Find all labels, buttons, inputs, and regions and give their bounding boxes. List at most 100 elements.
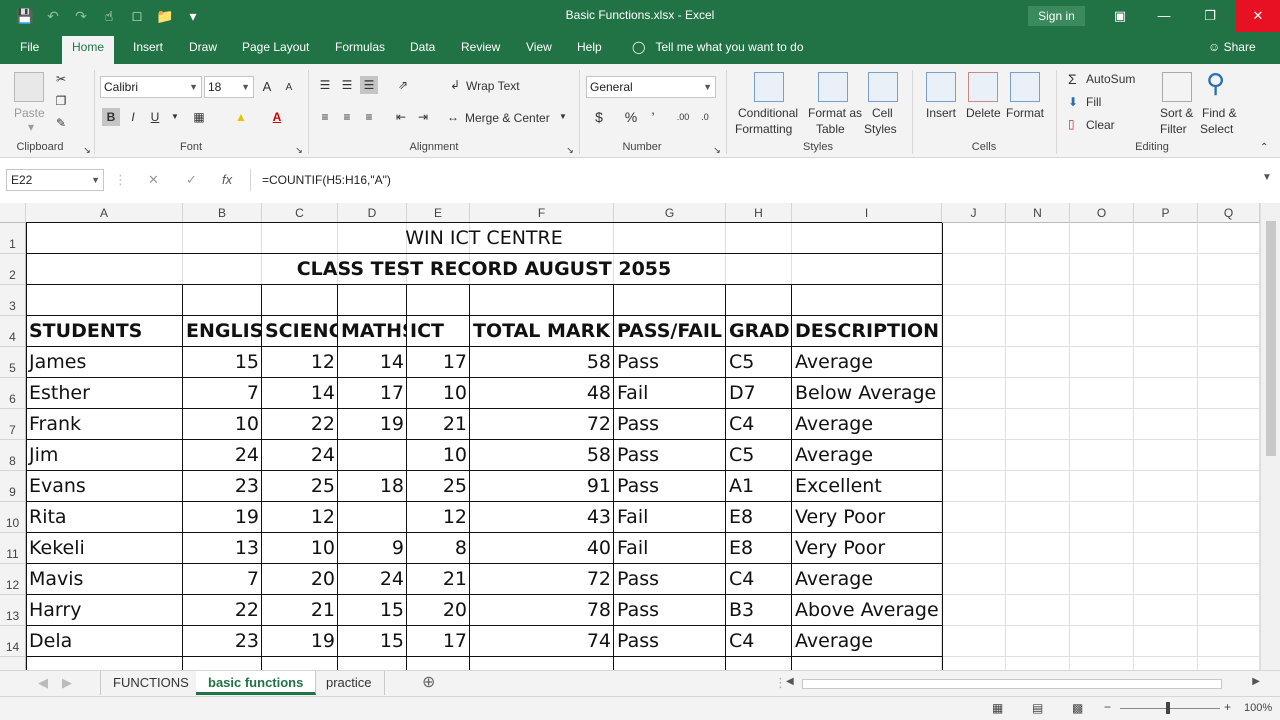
shrink-font-icon[interactable]: A (280, 79, 298, 97)
data-cell[interactable]: 12 (262, 502, 338, 533)
row-header-4[interactable]: 4 (0, 316, 26, 347)
data-cell[interactable]: 13 (183, 533, 262, 564)
wrap-text-icon[interactable]: ↲ (446, 76, 464, 94)
column-header-g[interactable]: G (614, 203, 726, 223)
increase-decimal-icon[interactable]: .00 (674, 108, 692, 126)
insert-cells-icon[interactable] (926, 72, 956, 102)
find-select-line2[interactable]: Select (1200, 122, 1233, 136)
row-header-10[interactable]: 10 (0, 502, 26, 533)
data-cell[interactable]: Average (792, 440, 942, 471)
data-cell[interactable]: 25 (407, 471, 470, 502)
number-format-select[interactable]: General ▼ (586, 76, 716, 98)
data-cell[interactable]: Esther (26, 378, 183, 409)
data-cell[interactable]: C5 (726, 440, 792, 471)
increase-indent-icon[interactable]: ⇥ (414, 108, 432, 126)
font-name-select[interactable]: Calibri ▼ (100, 76, 202, 98)
borders-icon[interactable]: ▦ (190, 108, 208, 126)
font-color-icon[interactable]: A (268, 108, 286, 126)
data-cell[interactable]: 43 (470, 502, 614, 533)
data-cell[interactable]: D7 (726, 378, 792, 409)
delete-cells-icon[interactable] (968, 72, 998, 102)
underline-button[interactable]: U (146, 108, 164, 126)
format-as-table-icon[interactable] (818, 72, 848, 102)
tab-home[interactable]: Home (62, 36, 115, 64)
data-cell[interactable]: 15 (183, 347, 262, 378)
zoom-in-icon[interactable]: + (1224, 700, 1231, 714)
data-cell[interactable]: 14 (338, 347, 407, 378)
zoom-slider-thumb[interactable] (1166, 702, 1170, 714)
fill-button[interactable]: Fill (1086, 95, 1101, 109)
save-icon[interactable]: 💾 (14, 6, 36, 26)
data-cell[interactable]: 17 (407, 626, 470, 657)
data-cell[interactable]: Harry (26, 595, 183, 626)
data-cell[interactable]: E8 (726, 533, 792, 564)
sign-in-button[interactable]: Sign in (1028, 6, 1085, 26)
column-heading-cell[interactable]: MATHS (338, 316, 407, 347)
data-cell[interactable]: Pass (614, 409, 726, 440)
conditional-formatting-icon[interactable] (754, 72, 784, 102)
font-launcher-icon[interactable]: ↘ (290, 141, 308, 159)
data-cell[interactable]: Above Average (792, 595, 942, 626)
align-top-icon[interactable]: ☰ (316, 76, 334, 94)
touch-mode-icon[interactable]: ☝ (98, 6, 120, 26)
data-cell[interactable]: Rita (26, 502, 183, 533)
row-header-3[interactable]: 3 (0, 285, 26, 316)
data-cell[interactable]: 10 (407, 440, 470, 471)
wrap-text-button[interactable]: Wrap Text (466, 79, 520, 93)
cell-styles-line1[interactable]: Cell (872, 106, 893, 120)
data-cell[interactable]: 24 (338, 564, 407, 595)
data-cell[interactable]: 8 (407, 533, 470, 564)
sort-filter-icon[interactable] (1162, 72, 1192, 102)
data-cell[interactable]: 22 (262, 409, 338, 440)
data-cell[interactable]: 22 (183, 595, 262, 626)
data-cell[interactable]: Dela (26, 626, 183, 657)
minimize-icon[interactable]: — (1142, 0, 1186, 32)
data-cell[interactable]: 20 (407, 595, 470, 626)
column-header-j[interactable]: J (942, 203, 1006, 223)
cell-styles-line2[interactable]: Styles (864, 122, 897, 136)
column-header-h[interactable]: H (726, 203, 792, 223)
customize-qat-icon[interactable]: ▾ (182, 6, 204, 26)
data-cell[interactable]: 21 (407, 409, 470, 440)
data-cell[interactable]: E8 (726, 502, 792, 533)
data-cell[interactable]: 25 (262, 471, 338, 502)
data-cell[interactable]: Fail (614, 502, 726, 533)
open-folder-icon[interactable]: 📁 (154, 6, 176, 26)
row-header-13[interactable]: 13 (0, 595, 26, 626)
tab-help[interactable]: Help (577, 40, 602, 54)
paste-icon[interactable] (14, 72, 44, 102)
sheet-title-cell[interactable]: WIN ICT CENTRE (26, 223, 942, 254)
row-header-8[interactable]: 8 (0, 440, 26, 471)
data-cell[interactable]: 17 (338, 378, 407, 409)
tab-view[interactable]: View (526, 40, 552, 54)
insert-function-icon[interactable]: fx (222, 172, 232, 187)
data-cell[interactable]: 72 (470, 409, 614, 440)
data-cell[interactable]: 58 (470, 440, 614, 471)
insert-cells-button[interactable]: Insert (926, 106, 956, 120)
column-heading-cell[interactable]: DESCRIPTION (792, 316, 942, 347)
enter-icon[interactable]: ✓ (186, 172, 197, 188)
tab-formulas[interactable]: Formulas (335, 40, 385, 54)
format-painter-icon[interactable]: ✎ (52, 114, 70, 132)
data-cell[interactable]: Pass (614, 595, 726, 626)
data-cell[interactable]: Pass (614, 440, 726, 471)
data-cell[interactable]: 7 (183, 378, 262, 409)
column-header-p[interactable]: P (1134, 203, 1198, 223)
column-header-f[interactable]: F (470, 203, 614, 223)
data-cell[interactable]: C4 (726, 626, 792, 657)
percent-button[interactable]: % (622, 108, 640, 126)
chevron-down-icon[interactable]: ▼ (554, 108, 572, 126)
align-center-icon[interactable]: ≡ (338, 108, 356, 126)
data-cell[interactable]: 18 (338, 471, 407, 502)
format-cells-icon[interactable] (1010, 72, 1040, 102)
scroll-right-icon[interactable]: ▶ (1252, 676, 1260, 687)
page-layout-view-icon[interactable]: ▤ (1032, 701, 1043, 715)
ribbon-display-options-icon[interactable]: ▣ (1098, 0, 1142, 32)
row-header-2[interactable]: 2 (0, 254, 26, 285)
column-heading-cell[interactable]: ENGLISH (183, 316, 262, 347)
column-header-q[interactable]: Q (1198, 203, 1260, 223)
data-cell[interactable]: C4 (726, 409, 792, 440)
name-box[interactable]: E22 ▼ (6, 169, 104, 191)
page-break-view-icon[interactable]: ▩ (1072, 701, 1083, 715)
data-cell[interactable]: 21 (262, 595, 338, 626)
